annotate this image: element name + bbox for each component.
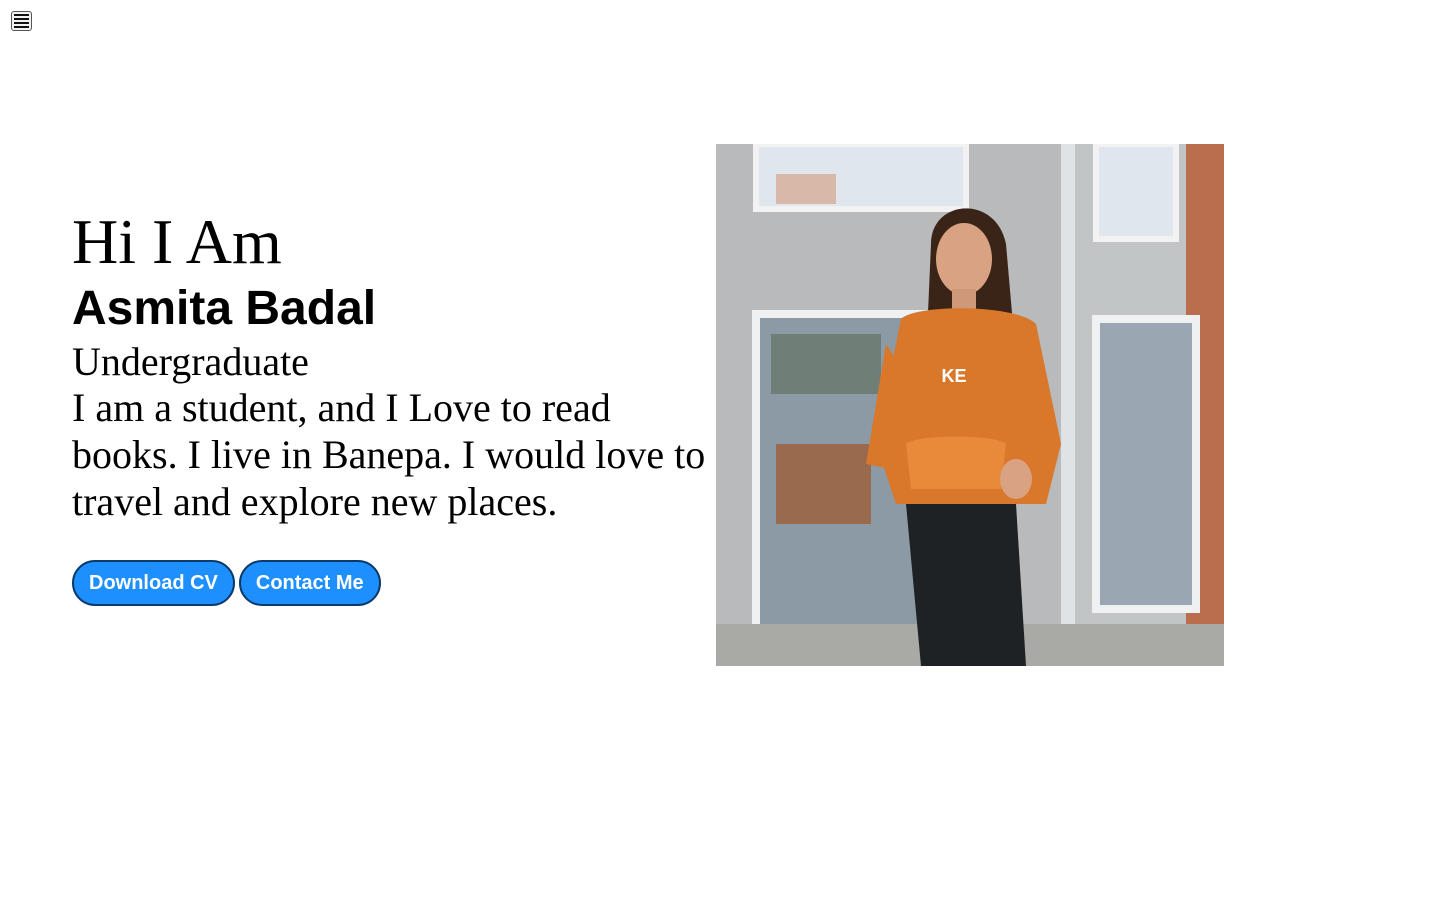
profile-name: Asmita Badal bbox=[72, 282, 377, 335]
profile-role: Undergraduate bbox=[72, 339, 309, 384]
menu-bar-1 bbox=[14, 14, 29, 16]
profile-photo-illustration: KE bbox=[716, 144, 1224, 666]
window-interior bbox=[776, 444, 871, 524]
upper-window-right bbox=[1093, 144, 1179, 242]
hero-intro: Hi I Am Asmita Badal Undergraduate I am … bbox=[72, 206, 712, 525]
menu-bar-3 bbox=[14, 22, 29, 24]
profile-photo: KE bbox=[716, 144, 1224, 666]
hoodie-logo-text: KE bbox=[941, 366, 966, 386]
hero-actions: Download CV Contact Me bbox=[72, 560, 381, 606]
person-hand bbox=[1000, 459, 1032, 499]
lower-window-right bbox=[1092, 315, 1200, 613]
profile-bio: I am a student, and I Love to read books… bbox=[72, 385, 706, 524]
drain-pipe bbox=[1061, 144, 1075, 644]
download-cv-button[interactable]: Download CV bbox=[72, 560, 235, 606]
window-reflection bbox=[771, 334, 881, 394]
person-pants bbox=[906, 504, 1026, 666]
menu-bar-4 bbox=[14, 26, 29, 28]
greeting-heading: Hi I Am bbox=[72, 206, 282, 277]
hoodie-pocket bbox=[906, 436, 1006, 489]
upper-window-item bbox=[776, 174, 836, 204]
contact-me-button[interactable]: Contact Me bbox=[238, 560, 381, 606]
menu-bar-2 bbox=[14, 18, 29, 20]
person-face bbox=[936, 223, 992, 295]
hamburger-menu-icon[interactable] bbox=[11, 11, 32, 31]
